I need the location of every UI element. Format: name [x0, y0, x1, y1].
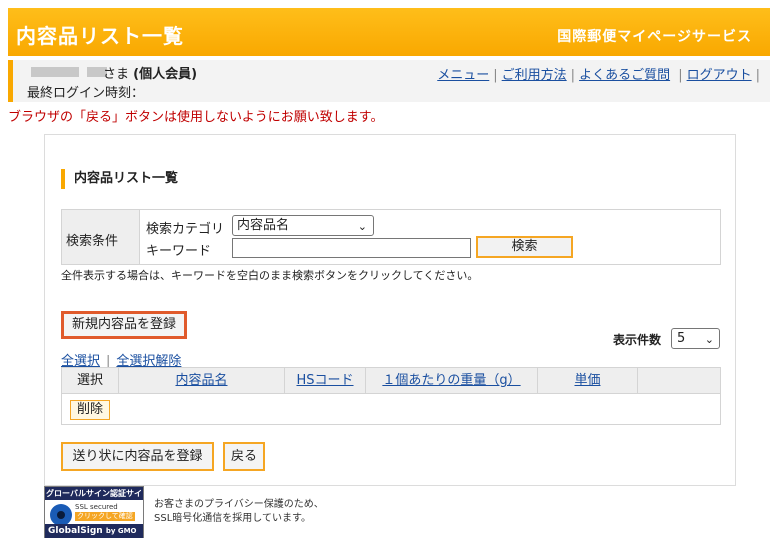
chevron-down-icon: ⌄ [704, 333, 714, 346]
sort-weight-link[interactable]: １個あたりの重量（g） [382, 373, 520, 388]
globalsign-seal[interactable]: グローバルサイン認証サイト SSL secured クリックして確認 Globa… [44, 486, 144, 538]
top-links: メニュー | ご利用方法 | よくあるご質問 | ログアウト | [437, 64, 764, 83]
ssl-secured-label: SSL secured クリックして確認 [75, 503, 135, 521]
logout-link[interactable]: ログアウト [687, 68, 752, 83]
user-bar: さま (個人会員) 最終ログイン時刻： メニュー | ご利用方法 | よくあるご質問 |… [8, 60, 770, 102]
search-label: 検索条件 [66, 234, 119, 249]
table-header: 選択 内容品名 HSコード １個あたりの重量（g） 単価 [62, 368, 720, 394]
page-header: 内容品リスト一覧 国際郵便マイページサービス [8, 8, 770, 56]
globalsign-brand: GlobalSign by GMO [45, 524, 143, 538]
globalsign-seal-title: グローバルサイン認証サイト [45, 487, 143, 511]
delete-button[interactable]: 削除 [70, 400, 110, 420]
register-to-label-button[interactable]: 送り状に内容品を登録 [61, 442, 214, 471]
faq-link[interactable]: よくあるご質問 [579, 68, 670, 83]
content-panel: 内容品リスト一覧 検索条件 検索カテゴリ 内容品名 ⌄ キーワード 検索 全件表… [44, 134, 736, 486]
link-separator: | [755, 68, 760, 83]
category-selected-value: 内容品名 [237, 218, 290, 233]
column-select: 選択 [62, 368, 119, 394]
sort-hs-code-link[interactable]: HSコード [296, 373, 353, 388]
column-item-name: 内容品名 [119, 368, 285, 394]
link-separator: | [493, 68, 498, 83]
last-login-label: 最終ログイン時刻： [27, 86, 145, 101]
usage-link[interactable]: ご利用方法 [502, 68, 567, 83]
new-item-button[interactable]: 新規内容品を登録 [61, 311, 187, 339]
globalsign-by-gmo: by GMO [105, 527, 137, 535]
display-count-select[interactable]: 5 ⌄ [671, 328, 720, 349]
privacy-note-line-2: SSL暗号化通信を採用しています。 [154, 513, 311, 524]
page-title: 内容品リスト一覧 [16, 24, 184, 48]
back-button[interactable]: 戻る [223, 442, 265, 471]
category-label: 検索カテゴリ [146, 222, 225, 237]
item-list-table: 選択 内容品名 HSコード １個あたりの重量（g） 単価 削除 [61, 367, 721, 425]
user-name-redacted [31, 67, 79, 77]
privacy-note-line-1: お客さまのプライバシー保護のため、 [154, 499, 324, 510]
column-weight: １個あたりの重量（g） [366, 368, 538, 394]
click-to-verify-label: クリックして確認 [75, 512, 135, 521]
globalsign-brand-name: GlobalSign [48, 526, 103, 536]
keyword-input[interactable] [232, 238, 471, 258]
category-select[interactable]: 内容品名 ⌄ [232, 215, 374, 236]
sort-unit-price-link[interactable]: 単価 [574, 373, 600, 388]
link-separator: | [674, 68, 683, 83]
back-button-warning: ブラウザの「戻る」ボタンは使用しないようにお願い致します。 [8, 110, 384, 125]
search-label-cell: 検索条件 [62, 210, 140, 264]
search-conditions: 検索条件 検索カテゴリ 内容品名 ⌄ キーワード 検索 [61, 209, 721, 265]
privacy-note: お客さまのプライバシー保護のため、 SSL暗号化通信を採用しています。 [154, 498, 324, 526]
menu-link[interactable]: メニュー [437, 68, 489, 83]
search-button[interactable]: 検索 [476, 236, 573, 258]
section-title: 内容品リスト一覧 [61, 169, 178, 189]
display-count-value: 5 [677, 331, 686, 346]
user-honorific: さま [103, 67, 130, 82]
service-name: 国際郵便マイページサービス [557, 29, 752, 45]
sort-item-name-link[interactable]: 内容品名 [175, 373, 227, 388]
chevron-down-icon: ⌄ [357, 220, 367, 233]
column-hs-code: HSコード [285, 368, 366, 394]
globalsign-eye-icon [50, 504, 72, 526]
member-type: (個人会員) [133, 67, 198, 82]
ssl-secured-text: SSL secured [75, 503, 118, 511]
column-unit-price: 単価 [538, 368, 638, 394]
keyword-label: キーワード [146, 244, 212, 259]
link-separator: | [570, 68, 576, 83]
user-greeting: さま (個人会員) [103, 63, 197, 82]
search-hint: 全件表示する場合は、キーワードを空白のまま検索ボタンをクリックしてください。 [61, 269, 479, 282]
display-count-label: 表示件数 [613, 333, 662, 347]
